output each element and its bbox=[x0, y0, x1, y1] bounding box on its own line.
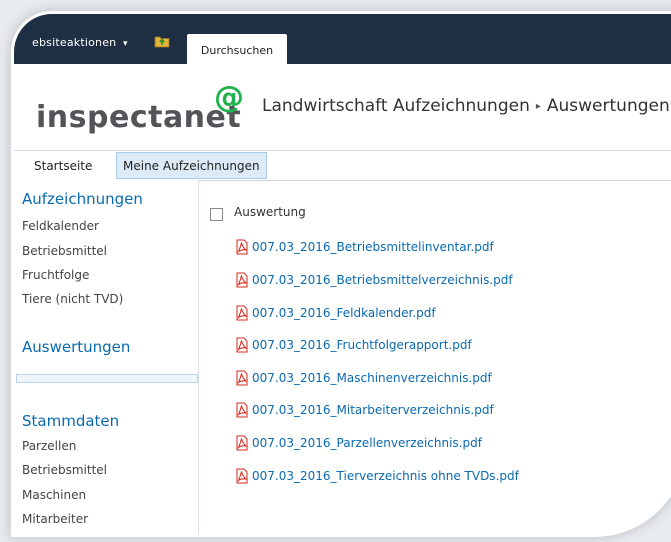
nav-heading-records[interactable]: Aufzeichnungen bbox=[22, 190, 143, 208]
file-link[interactable]: 007.03_2016_Mitarbeiterverzeichnis.pdf bbox=[252, 403, 494, 417]
breadcrumb-separator-icon: ▸ bbox=[535, 101, 541, 112]
nav-heading-master-data[interactable]: Stammdaten bbox=[22, 412, 119, 430]
breadcrumb-page: Auswertungen bbox=[546, 96, 670, 116]
file-row[interactable]: 007.03_2016_Maschinenverzeichnis.pdf bbox=[234, 369, 492, 387]
pdf-icon bbox=[236, 468, 248, 484]
file-row[interactable]: 007.03_2016_Betriebsmittelinventar.pdf bbox=[234, 238, 494, 256]
nav-item-plots[interactable]: Parzellen bbox=[22, 439, 76, 453]
select-all-checkbox[interactable] bbox=[210, 208, 223, 221]
file-row[interactable]: 007.03_2016_Tierverzeichnis ohne TVDs.pd… bbox=[234, 467, 519, 485]
file-row[interactable]: 007.03_2016_Mitarbeiterverzeichnis.pdf bbox=[234, 401, 494, 419]
pdf-icon bbox=[236, 337, 248, 353]
breadcrumb: Landwirtschaft Aufzeichnungen ▸ Auswertung… bbox=[262, 96, 670, 116]
quick-launch: Aufzeichnungen Feldkalender Betriebsmitt… bbox=[14, 180, 199, 534]
pdf-icon bbox=[236, 272, 248, 288]
brand-name: inspectanet bbox=[36, 100, 242, 135]
tab-browse-label: Durchsuchen bbox=[200, 44, 274, 57]
file-link[interactable]: 007.03_2016_Tierverzeichnis ohne TVDs.pd… bbox=[252, 469, 519, 483]
pdf-icon bbox=[236, 239, 248, 255]
nav-item-animals[interactable]: Tiere (nicht TVD) bbox=[22, 292, 123, 306]
document-list: Auswertung 007.03_2016_Betriebsmittelinv… bbox=[200, 180, 671, 534]
nav-item-staff[interactable]: Mitarbeiter bbox=[22, 512, 88, 526]
brand-mark: @ bbox=[214, 80, 244, 115]
nav-item-master-resources[interactable]: Betriebsmittel bbox=[22, 463, 107, 477]
pdf-icon bbox=[236, 435, 248, 451]
folder-up-icon[interactable] bbox=[154, 34, 170, 48]
nav-heading-reports[interactable]: Auswertungen bbox=[22, 338, 130, 356]
file-link[interactable]: 007.03_2016_Fruchtfolgerapport.pdf bbox=[252, 338, 472, 352]
topnav-item-home[interactable]: Startseite bbox=[28, 151, 98, 180]
chevron-down-icon: ▾ bbox=[123, 39, 128, 49]
site-actions-menu[interactable]: ebsiteaktionen ▾ bbox=[32, 36, 128, 49]
breadcrumb-site[interactable]: Landwirtschaft Aufzeichnungen bbox=[262, 96, 530, 116]
nav-item-crop-rotation[interactable]: Fruchtfolge bbox=[22, 268, 89, 282]
pdf-icon bbox=[236, 305, 248, 321]
file-link[interactable]: 007.03_2016_Feldkalender.pdf bbox=[252, 306, 436, 320]
ribbon-bar: ebsiteaktionen ▾ Durchsuchen bbox=[14, 14, 671, 64]
file-link[interactable]: 007.03_2016_Betriebsmittelverzeichnis.pd… bbox=[252, 273, 513, 287]
file-row[interactable]: 007.03_2016_Parzellenverzeichnis.pdf bbox=[234, 434, 482, 452]
pdf-icon bbox=[236, 370, 248, 386]
site-actions-label: ebsiteaktionen bbox=[32, 36, 117, 49]
file-row[interactable]: 007.03_2016_Fruchtfolgerapport.pdf bbox=[234, 336, 472, 354]
column-header-report: Auswertung bbox=[234, 205, 306, 219]
nav-item-resources[interactable]: Betriebsmittel bbox=[22, 244, 107, 258]
topnav-item-my-records[interactable]: Meine Aufzeichnungen bbox=[116, 152, 267, 179]
nav-selected-indicator bbox=[16, 374, 198, 383]
file-link[interactable]: 007.03_2016_Maschinenverzeichnis.pdf bbox=[252, 371, 492, 385]
tab-browse[interactable]: Durchsuchen bbox=[187, 34, 287, 64]
file-link[interactable]: 007.03_2016_Parzellenverzeichnis.pdf bbox=[252, 436, 482, 450]
nav-item-field-calendar[interactable]: Feldkalender bbox=[22, 219, 99, 233]
browser-frame: ebsiteaktionen ▾ Durchsuchen inspectanet… bbox=[14, 14, 671, 534]
top-navigation: Startseite Meine Aufzeichnungen bbox=[14, 150, 671, 181]
file-row[interactable]: 007.03_2016_Feldkalender.pdf bbox=[234, 304, 436, 322]
pdf-icon bbox=[236, 402, 248, 418]
file-row[interactable]: 007.03_2016_Betriebsmittelverzeichnis.pd… bbox=[234, 271, 513, 289]
nav-item-machines[interactable]: Maschinen bbox=[22, 488, 86, 502]
file-link[interactable]: 007.03_2016_Betriebsmittelinventar.pdf bbox=[252, 240, 494, 254]
page-header: inspectanet @ Landwirtschaft Aufzeichnun… bbox=[14, 64, 671, 155]
